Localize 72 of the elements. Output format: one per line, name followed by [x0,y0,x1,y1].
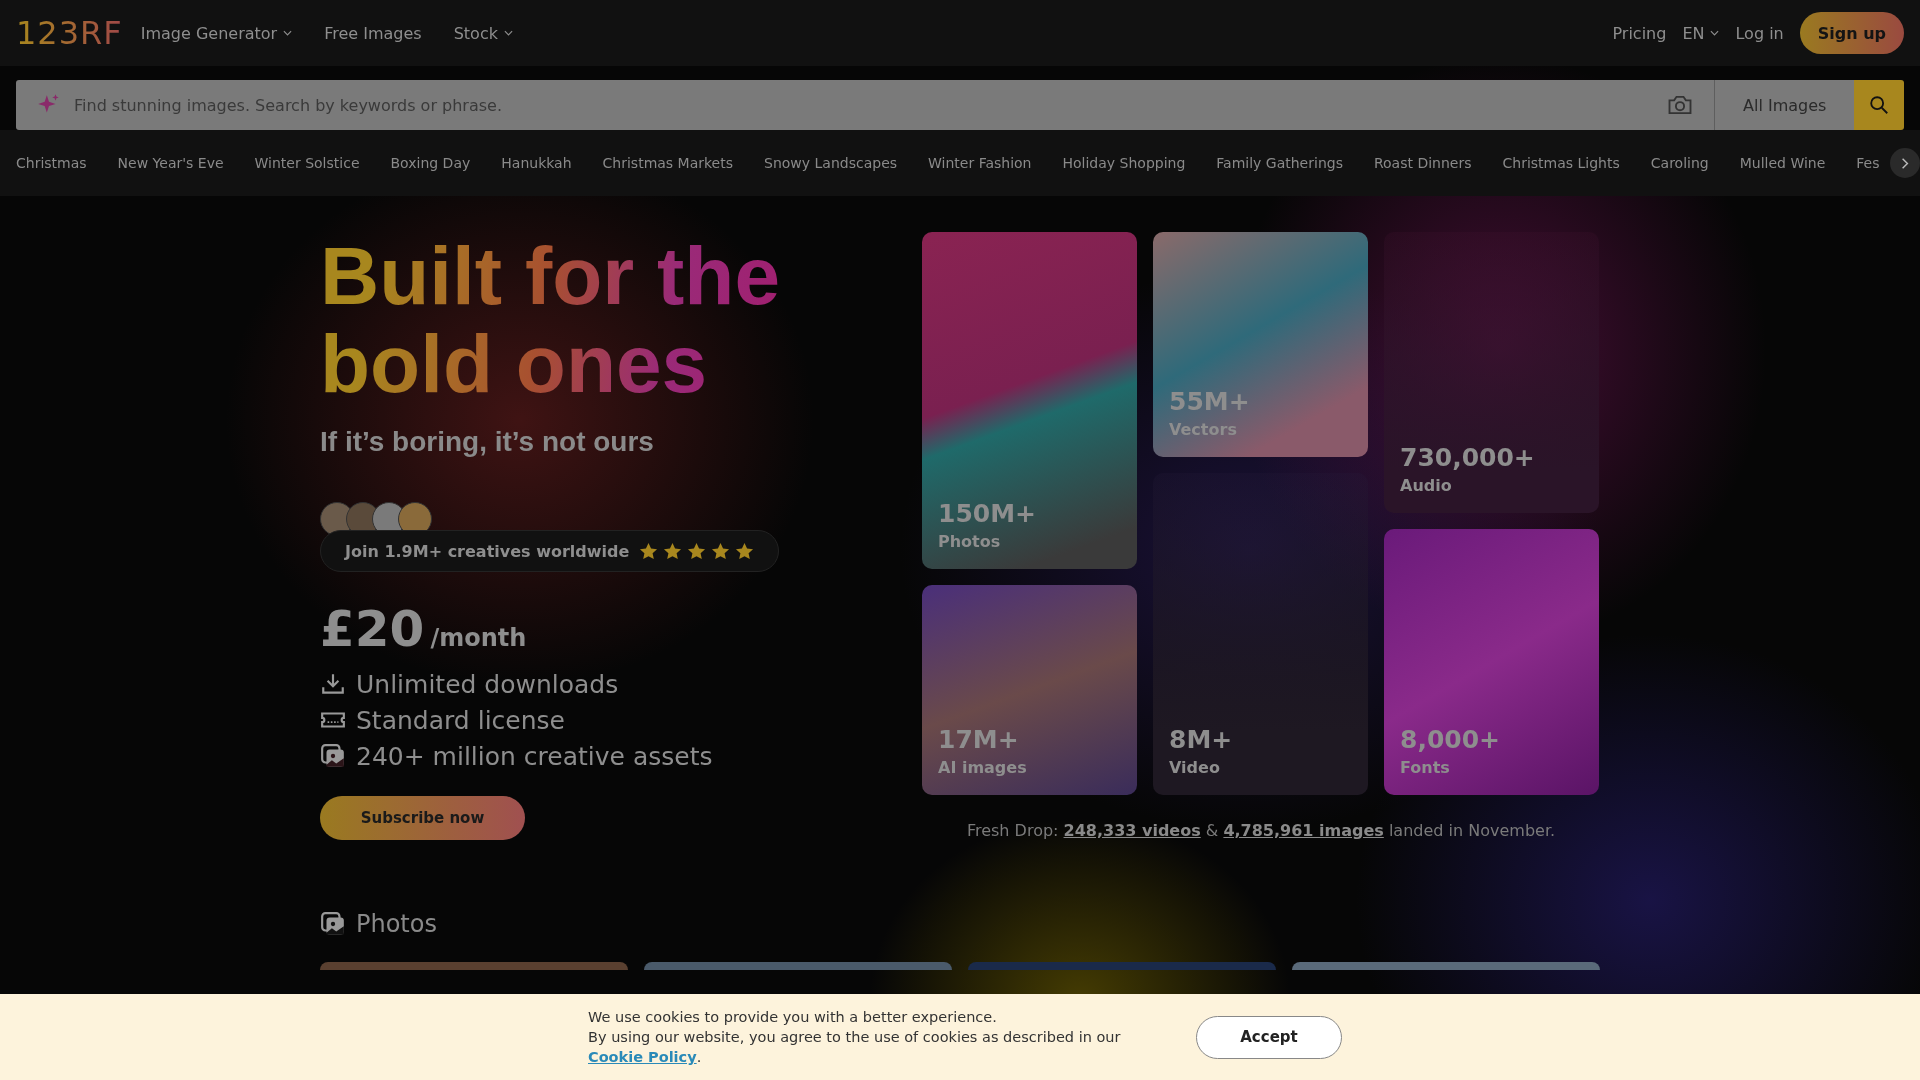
camera-search-button[interactable] [1658,80,1714,130]
tile-count: 55M+ [1169,387,1251,416]
category-link[interactable]: Family Gatherings [1216,155,1343,171]
star-icon [663,541,683,561]
tile-count: 17M+ [938,725,1020,754]
star-icon [687,541,707,561]
nav-link[interactable]: Image Generator [140,23,293,43]
signup-button[interactable]: Sign up [1799,12,1904,54]
tile-count: 8M+ [1169,725,1234,754]
category-tile[interactable]: 730,000+ Audio [1384,232,1599,513]
category-link[interactable]: Christmas Markets [602,155,734,171]
tile-label: AI images [938,758,1028,777]
tile-label: Photos [938,532,1002,551]
images-link[interactable]: 4,785,961 images [1223,821,1384,840]
category-tile[interactable]: 17M+ AI images [922,585,1137,795]
price-amount: £20 [320,600,425,658]
category-link[interactable]: Hanukkah [501,155,572,171]
category-tile[interactable]: 150M+ Photos [922,232,1137,569]
chevron-down-icon [283,30,293,36]
feature-text: Unlimited downloads [356,669,619,699]
social-proof-text: Join 1.9M+ creatives worldwide [345,541,630,561]
search-input[interactable]: Find stunning images. Search by keywords or phrase. [72,94,1658,116]
section-heading: Photos [356,910,437,938]
tile-count: 730,000+ [1400,443,1536,472]
star-icon [711,541,731,561]
nav-link[interactable]: Free Images [324,23,422,43]
videos-link[interactable]: 248,333 videos [1063,821,1201,840]
scroll-right-button[interactable] [1890,148,1920,178]
category-link[interactable]: Fes [1856,155,1880,171]
images-icon [320,743,346,769]
chevron-down-icon [503,30,513,36]
image-type-dropdown[interactable]: All Images [1714,80,1854,130]
category-link[interactable]: Winter Fashion [928,155,1032,171]
tile-label: Audio [1400,476,1453,495]
pricing-link[interactable]: Pricing [1612,23,1667,43]
star-icon [735,541,755,561]
login-link[interactable]: Log in [1735,23,1784,43]
fresh-drop-text: Fresh Drop: 248,333 videos & 4,785,961 images landed in November. [965,821,1557,840]
category-link[interactable]: Winter Solstice [254,155,360,171]
category-link[interactable]: Roast Dinners [1373,155,1472,171]
category-link[interactable]: Snowy Landscapes [764,155,898,171]
star-icon [639,541,659,561]
tile-label: Vectors [1169,420,1238,439]
hero-subtitle: If it’s boring, it’s not ours [320,426,655,458]
nav-link[interactable]: Stock [453,23,513,43]
cookie-policy-link[interactable]: Cookie Policy [588,1049,697,1065]
category-link[interactable]: New Year's Eve [117,155,224,171]
subscribe-button[interactable]: Subscribe now [320,796,525,840]
tile-label: Fonts [1400,758,1451,777]
feature-text: Standard license [356,705,565,735]
accept-button[interactable]: Accept [1196,1015,1342,1059]
category-link[interactable]: Christmas Lights [1502,155,1620,171]
tile-count: 8,000+ [1400,725,1502,754]
category-link[interactable]: Mulled Wine [1739,155,1826,171]
chevron-right-icon [1901,156,1909,170]
feature-text: 240+ million creative assets [356,741,713,771]
search-field[interactable]: Find stunning images. Search by keywords or phrase. [16,80,1658,130]
download-icon [320,671,346,697]
price-period: /month [430,624,527,652]
cookie-notice: We use cookies to provide you with a better experience. By using our website, you agree to the use of cookies as described in our Cookie Policy. [588,1008,1122,1067]
category-tile[interactable]: 8M+ Video [1153,473,1368,795]
category-link[interactable]: Boxing Day [390,155,471,171]
tile-count: 150M+ [938,499,1037,528]
tile-label: Video [1169,758,1221,777]
search-button[interactable] [1854,80,1904,130]
category-link[interactable]: Holiday Shopping [1062,155,1186,171]
category-link[interactable]: Caroling [1650,155,1709,171]
chevron-down-icon [1710,30,1720,36]
images-icon [320,911,346,937]
category-link[interactable]: Christmas [16,155,87,171]
search-icon [1868,94,1890,116]
language-selector[interactable]: EN [1682,23,1720,43]
